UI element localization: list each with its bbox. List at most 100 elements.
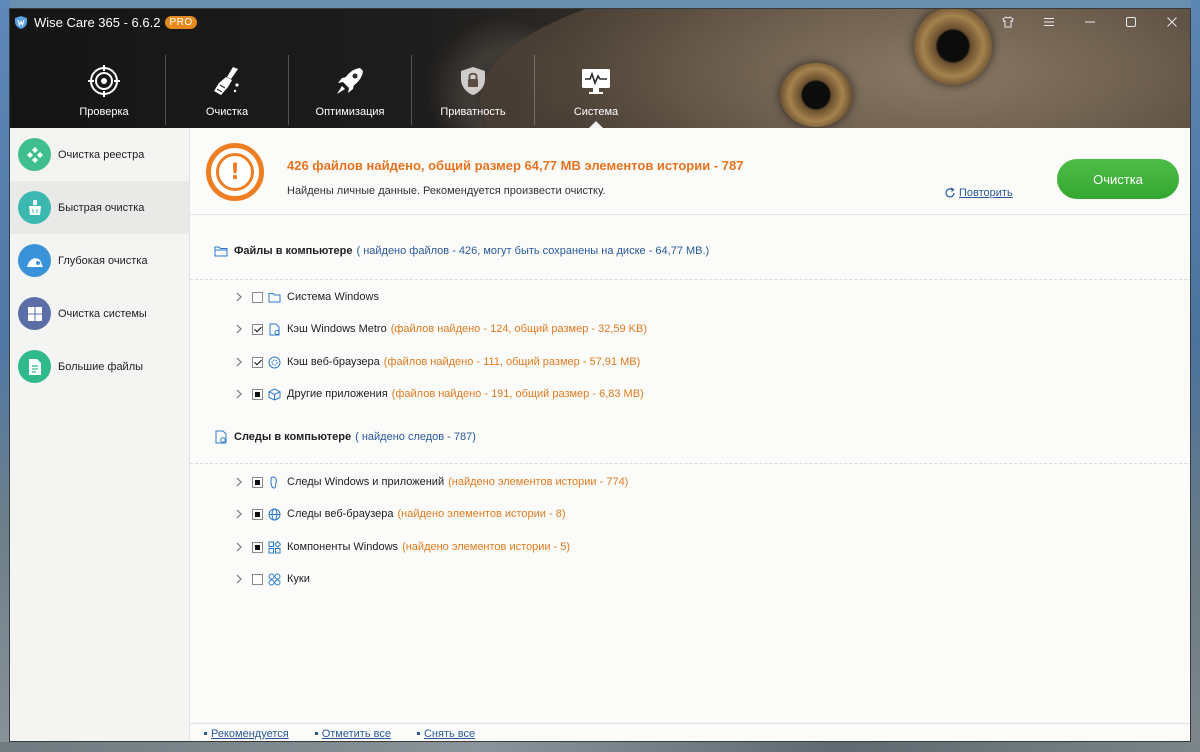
app-logo-icon — [15, 15, 27, 29]
sidebar-item-big-files[interactable]: Большие файлы — [10, 340, 189, 393]
chevron-right-icon[interactable] — [234, 477, 244, 487]
chevron-right-icon[interactable] — [234, 357, 244, 367]
titlebar[interactable]: Wise Care 365 - 6.6.2 PRO — [10, 9, 1190, 35]
item-label: Система Windows — [287, 291, 379, 303]
item-label: Следы Windows и приложений — [287, 476, 445, 488]
sidebar-item-system-clean[interactable]: Очистка системы — [10, 287, 189, 340]
window-controls — [987, 9, 1190, 35]
main-nav: Проверка Очистка Оптимизация Приватность… — [43, 55, 657, 128]
sidebar-item-label: Очистка системы — [58, 307, 147, 320]
section-traces-header: Следы в компьютере ( найдено следов - 78… — [214, 430, 476, 444]
check-all-link[interactable]: Отметить все — [315, 728, 391, 740]
skin-button[interactable] — [987, 9, 1028, 35]
nav-clean[interactable]: Очистка — [166, 61, 288, 121]
divider — [190, 463, 1190, 464]
chevron-right-icon[interactable] — [234, 324, 244, 334]
item-checkbox[interactable] — [252, 573, 263, 585]
item-checkbox[interactable] — [252, 388, 263, 400]
list-item-windows-system[interactable]: Система Windows — [234, 289, 383, 305]
traces-icon — [215, 430, 227, 444]
nav-clean-label: Очистка — [205, 106, 249, 118]
nav-check[interactable]: Проверка — [43, 61, 165, 121]
maximize-button[interactable] — [1110, 9, 1151, 35]
item-checkbox[interactable] — [252, 323, 263, 335]
minimize-button[interactable] — [1069, 9, 1110, 35]
chevron-right-icon[interactable] — [234, 509, 244, 519]
nav-system[interactable]: Система — [535, 61, 657, 128]
registry-icon — [18, 138, 51, 171]
section-files-header: Файлы в компьютере ( найдено файлов - 42… — [214, 244, 709, 258]
hamburger-icon — [1043, 18, 1054, 26]
sidebar-item-deep-clean[interactable]: Глубокая очистка — [10, 234, 189, 287]
refresh-icon — [945, 187, 955, 198]
sidebar-item-label: Быстрая очистка — [58, 201, 145, 214]
section-traces-title: Следы в компьютере — [234, 431, 352, 443]
item-detail: (файлов найдено - 191, общий размер - 6,… — [391, 388, 644, 400]
repeat-scan-label: Повторить — [959, 187, 1013, 199]
list-item-metro-cache[interactable]: Кэш Windows Metro (файлов найдено - 124,… — [234, 321, 647, 337]
sidebar-item-quick-clean[interactable]: Быстрая очистка — [10, 181, 189, 234]
chevron-right-icon[interactable] — [234, 574, 244, 584]
item-checkbox[interactable] — [252, 476, 263, 488]
nav-optimize-label: Оптимизация — [315, 106, 385, 118]
nav-privacy[interactable]: Приватность — [412, 61, 534, 121]
chevron-right-icon[interactable] — [234, 542, 244, 552]
summary-subtitle: Найдены личные данные. Рекомендуется про… — [287, 185, 606, 197]
warning-icon: ! — [206, 143, 264, 201]
section-files-detail: ( найдено файлов - 426, могут быть сохра… — [356, 245, 710, 257]
globe-icon — [268, 508, 281, 520]
footprint-icon — [270, 475, 277, 489]
repeat-scan-link[interactable]: Повторить — [944, 187, 1013, 199]
item-label: Куки — [287, 573, 310, 585]
item-checkbox[interactable] — [252, 508, 263, 520]
sidebar-item-label: Очистка реестра — [58, 148, 145, 161]
desktop-background-left — [0, 0, 9, 752]
section-traces-detail: ( найдено следов - 787) — [355, 431, 476, 443]
header-banner: Wise Care 365 - 6.6.2 PRO Проверка Очист… — [10, 9, 1190, 128]
section-files-title: Файлы в компьютере — [234, 245, 353, 257]
sidebar-item-label: Глубокая очистка — [58, 254, 148, 267]
recommended-link[interactable]: Рекомендуется — [204, 728, 289, 740]
broom-icon — [214, 67, 239, 95]
nav-privacy-label: Приватность — [440, 106, 506, 118]
windows-icon — [18, 297, 51, 330]
clean-button[interactable]: Очистка — [1057, 159, 1179, 199]
sidebar-item-label: Большие файлы — [58, 360, 144, 373]
list-item-windows-traces[interactable]: Следы Windows и приложений (найдено элем… — [234, 474, 628, 490]
item-checkbox[interactable] — [252, 291, 263, 303]
target-icon — [88, 65, 120, 97]
divider — [190, 279, 1190, 280]
uncheck-all-link[interactable]: Снять все — [417, 728, 475, 740]
list-item-browser-traces[interactable]: Следы веб-браузера (найдено элементов ис… — [234, 506, 566, 522]
nav-optimize[interactable]: Оптимизация — [289, 61, 411, 121]
item-detail: (найдено элементов истории - 774) — [448, 476, 629, 488]
item-detail: (файлов найдено - 124, общий размер - 32… — [390, 323, 648, 335]
item-checkbox[interactable] — [252, 356, 263, 368]
app-title: Wise Care 365 - 6.6.2 — [34, 14, 161, 30]
desktop-background-right — [1191, 0, 1200, 752]
list-item-cookies[interactable]: Куки — [234, 571, 314, 587]
deep-clean-icon — [18, 244, 51, 277]
chevron-right-icon[interactable] — [234, 389, 244, 399]
item-checkbox[interactable] — [252, 541, 263, 553]
list-item-windows-components[interactable]: Компоненты Windows (найдено элементов ис… — [234, 539, 570, 555]
big-files-icon — [18, 350, 51, 383]
minimize-icon — [1084, 21, 1095, 23]
item-detail: (найдено элементов истории - 8) — [397, 508, 566, 520]
item-detail: (файлов найдено - 111, общий размер - 57… — [383, 356, 641, 368]
nav-system-label: Система — [573, 106, 619, 118]
close-button[interactable] — [1151, 9, 1190, 35]
main-panel: ! 426 файлов найдено, общий размер 64,77… — [190, 128, 1190, 741]
summary-title: 426 файлов найдено, общий размер 64,77 M… — [287, 158, 744, 173]
close-icon — [1166, 17, 1177, 27]
sidebar-item-registry[interactable]: Очистка реестра — [10, 128, 189, 181]
item-label: Кэш Windows Metro — [287, 323, 387, 335]
nav-check-label: Проверка — [79, 106, 129, 118]
list-item-browser-cache[interactable]: Кэш веб-браузера (файлов найдено - 111, … — [234, 354, 640, 370]
chevron-right-icon[interactable] — [234, 292, 244, 302]
menu-button[interactable] — [1028, 9, 1069, 35]
list-item-other-apps[interactable]: Другие приложения (файлов найдено - 191,… — [234, 386, 644, 402]
item-label: Следы веб-браузера — [287, 508, 394, 520]
sidebar: Очистка реестра Быстрая очистка Глубокая… — [10, 128, 190, 741]
scan-summary: ! 426 файлов найдено, общий размер 64,77… — [190, 128, 1190, 215]
